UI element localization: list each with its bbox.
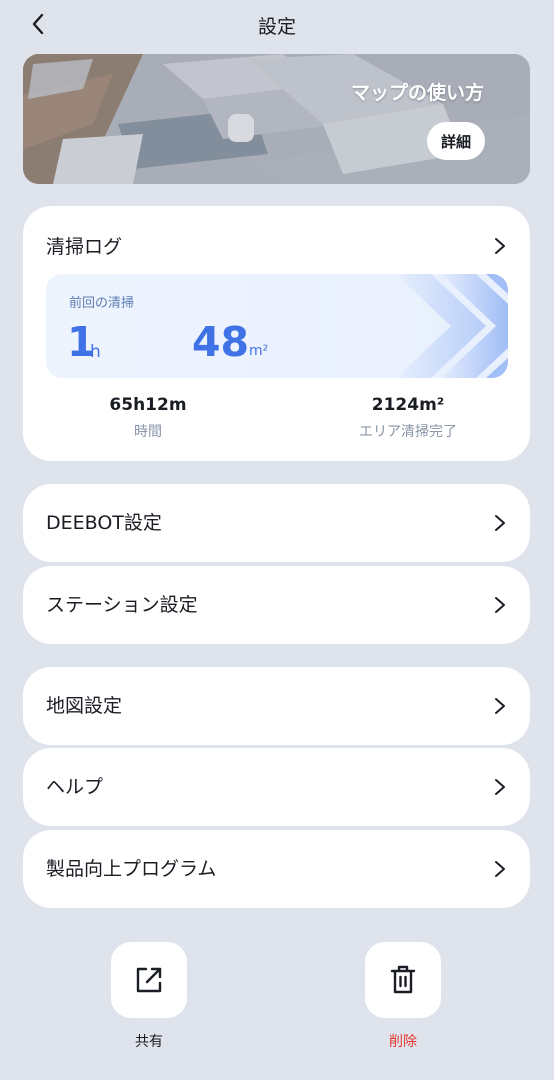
menu-item-product-improvement[interactable]: 製品向上プログラム: [23, 830, 530, 908]
share-label: 共有: [135, 1034, 163, 1050]
menu-item-deebot-settings[interactable]: DEEBOT設定: [23, 484, 530, 562]
top-bar: 設定: [0, 0, 554, 50]
chevron-right-icon: [495, 861, 505, 877]
total-area-value: 2124m²: [371, 395, 445, 415]
last-clean-area-unit: m²: [249, 343, 269, 359]
last-clean-label: 前回の清掃: [69, 296, 135, 311]
share-icon: [136, 967, 162, 993]
total-time-label: 時間: [134, 424, 162, 440]
chevron-decoration-icon: [396, 274, 508, 378]
menu-item-label: ステーション設定: [46, 594, 198, 616]
menu-item-label: 製品向上プログラム: [46, 858, 217, 880]
banner-title: マップの使い方: [350, 82, 484, 104]
last-clean-panel: 前回の清掃 1 h 48 m²: [46, 274, 508, 378]
chevron-right-icon: [495, 597, 505, 613]
menu-item-help[interactable]: ヘルプ: [23, 748, 530, 826]
chevron-right-icon: [495, 515, 505, 531]
menu-item-label: 地図設定: [46, 695, 123, 717]
cleaning-log-card: 清掃ログ 前回の清掃 1 h 48 m² 65h12m 時間 2124m² エリ…: [23, 206, 530, 461]
delete-label: 削除: [389, 1034, 417, 1050]
chevron-right-icon: [495, 698, 505, 714]
total-area-label: エリア清掃完了: [359, 424, 457, 440]
chevron-right-icon: [495, 779, 505, 795]
menu-item-label: ヘルプ: [46, 776, 104, 798]
total-time-value: 65h12m: [109, 395, 187, 415]
delete-button[interactable]: [365, 942, 441, 1018]
menu-item-map-settings[interactable]: 地図設定: [23, 667, 530, 745]
details-button[interactable]: 詳細: [427, 122, 485, 160]
last-clean-area-value: 48: [192, 318, 250, 366]
floor-plan-illustration: [23, 54, 530, 184]
page-title: 設定: [257, 16, 296, 38]
cleaning-log-title: 清掃ログ: [46, 236, 123, 258]
menu-item-station-settings[interactable]: ステーション設定: [23, 566, 530, 644]
share-button[interactable]: [111, 942, 187, 1018]
last-clean-time-unit: h: [90, 342, 101, 362]
map-tutorial-banner[interactable]: マップの使い方 詳細: [23, 54, 530, 184]
trash-icon: [390, 965, 416, 994]
chevron-right-icon: [495, 238, 505, 254]
cleaning-log-header[interactable]: 清掃ログ: [23, 206, 530, 274]
menu-item-label: DEEBOT設定: [46, 512, 162, 534]
